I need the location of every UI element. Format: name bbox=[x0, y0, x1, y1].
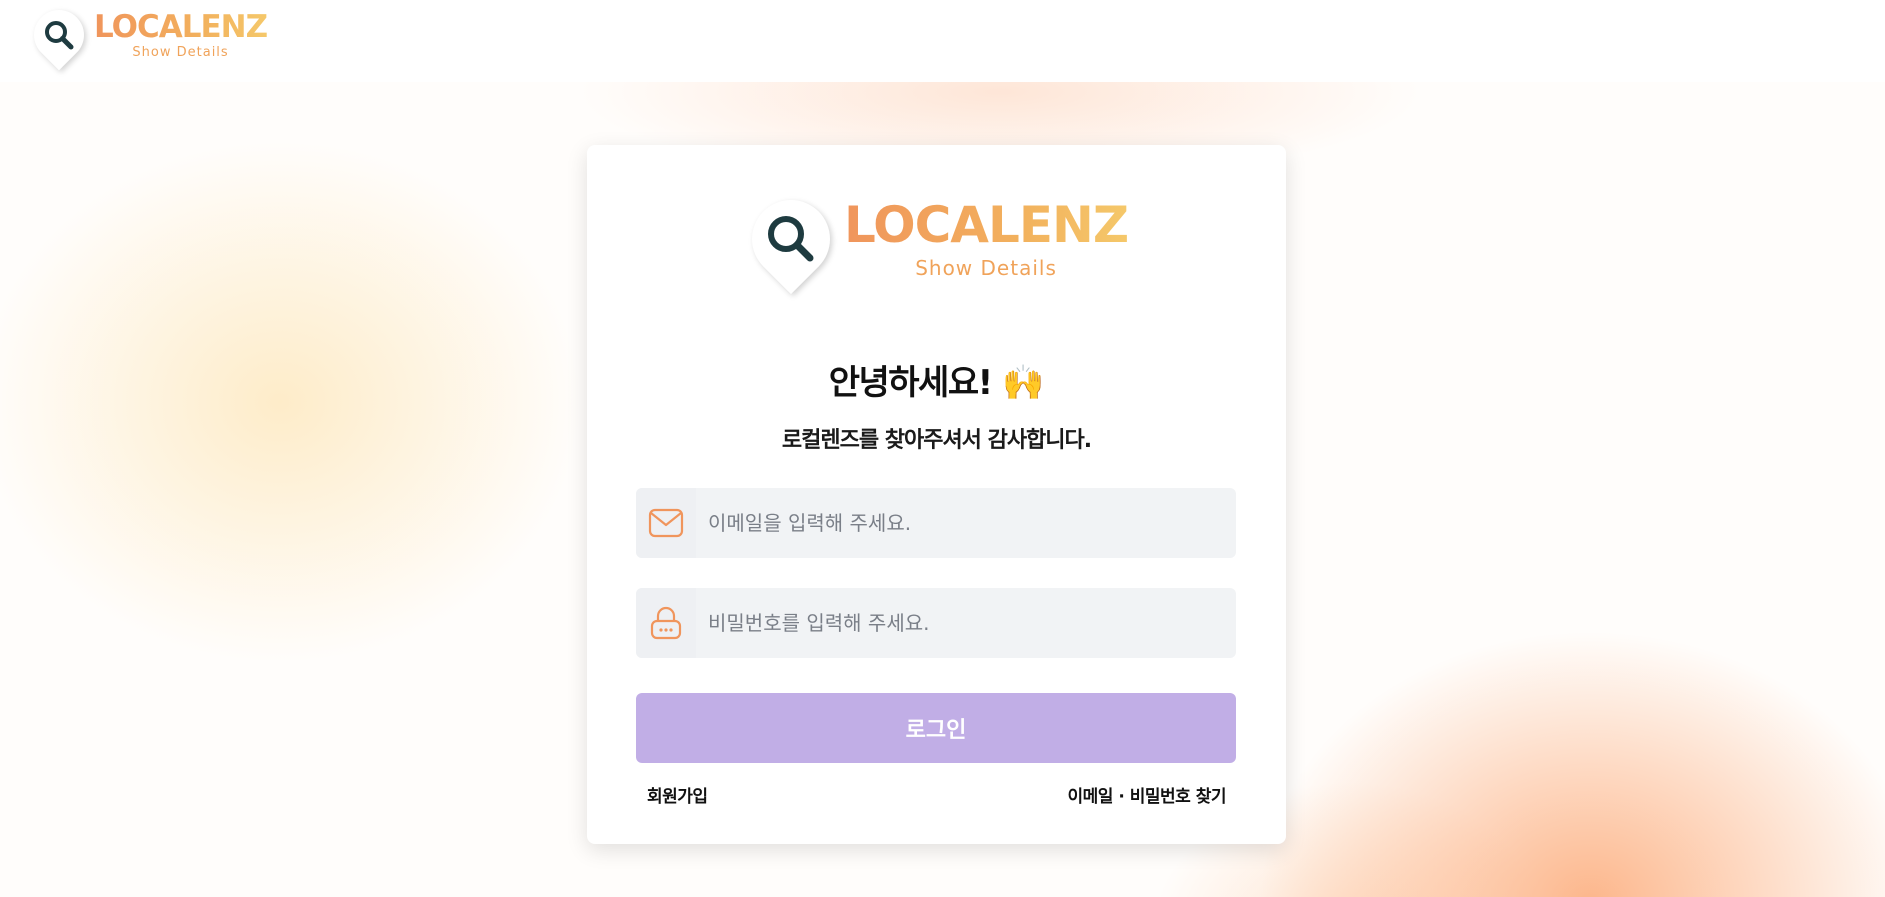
header-logo[interactable]: LOCALENZ Show Details bbox=[23, 0, 268, 71]
email-input[interactable] bbox=[696, 488, 1236, 558]
greeting-text: 안녕하세요! bbox=[828, 363, 993, 403]
password-field[interactable] bbox=[636, 588, 1236, 658]
email-field[interactable] bbox=[636, 488, 1236, 558]
find-account-link[interactable]: 이메일 · 비밀번호 찾기 bbox=[1068, 782, 1227, 807]
password-input[interactable] bbox=[696, 588, 1236, 658]
logo-wordmark: LOCALENZ bbox=[844, 196, 1129, 254]
card-logo: LOCALENZ Show Details bbox=[735, 183, 1129, 295]
logo-wordmark: LOCALENZ bbox=[94, 8, 268, 45]
search-pin-icon bbox=[735, 183, 847, 295]
mail-icon bbox=[636, 488, 696, 558]
greeting-heading: 안녕하세요! 🙌 bbox=[587, 355, 1286, 404]
welcome-subtitle: 로컬렌즈를 찾아주셔서 감사합니다. bbox=[781, 428, 1092, 453]
search-pin-icon bbox=[23, 0, 95, 71]
login-button[interactable]: 로그인 bbox=[636, 693, 1236, 763]
login-card: LOCALENZ Show Details 안녕하세요! 🙌 로컬렌즈를 찾아주… bbox=[587, 145, 1286, 844]
logo-tagline: Show Details bbox=[132, 44, 229, 60]
logo-tagline: Show Details bbox=[915, 256, 1057, 280]
raising-hands-icon: 🙌 bbox=[1001, 363, 1045, 403]
top-header: LOCALENZ Show Details bbox=[0, 0, 1885, 82]
lock-icon bbox=[636, 588, 696, 658]
signup-link[interactable]: 회원가입 bbox=[647, 782, 708, 807]
